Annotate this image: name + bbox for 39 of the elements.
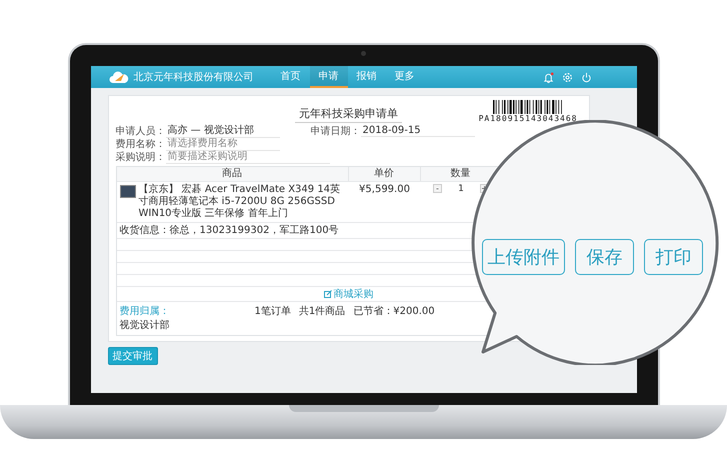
item-count: 共1件商品 [298,304,346,319]
barcode-drawing [493,100,564,114]
attribution-label: 费用归属： [120,304,170,318]
barcode-number: PA180915143043468 [478,114,578,123]
nav-tab[interactable]: 更多 [386,66,424,88]
input-field[interactable]: 简要描述采购说明 [166,149,330,164]
field-value[interactable]: 高亦 — 视觉设计部 [166,123,280,138]
cloud-logo-icon [108,70,128,84]
callout-button[interactable]: 上传附件 [482,239,565,275]
nav-tab[interactable]: 申请 [310,66,348,88]
column-header: 商品 [116,167,348,181]
bell-icon[interactable] [542,72,554,82]
nav-tab[interactable]: 首页 [272,66,310,88]
decrease-button[interactable]: - [433,184,442,193]
submit-button[interactable]: 提交审批 [108,347,158,365]
form-title: 元年科技采购申请单 [295,106,402,123]
callout-button[interactable]: 打印 [644,239,703,275]
camera-dot [361,51,366,56]
field-label: 采购说明： [116,150,166,164]
callout-button[interactable]: 保存 [575,239,634,275]
column-header: 单价 [348,167,420,181]
savings-amount: 已节省：¥200.00 [353,304,435,319]
field-label: 费用名称： [116,138,166,150]
settings-icon[interactable] [562,72,572,82]
field-label: 申请人员： [116,124,166,138]
product-thumbnail [120,185,136,198]
field-value[interactable]: 2018-09-15 [360,124,474,136]
field-label: 申请日期： [310,124,360,138]
input-field[interactable]: 请选择费用名称 [166,136,280,151]
mall-purchase-link[interactable]: 商城采购 [324,287,374,301]
nav-tab[interactable]: 报销 [348,66,386,88]
unit-price: ¥5,599.00 [359,184,410,195]
edit-icon [324,290,332,298]
shipping-info: 收货信息：徐总，13023199302，军工路100号 [120,225,339,236]
attribution-value: 视觉设计部 [120,318,170,332]
power-icon[interactable] [580,72,592,82]
product-name: 【京东】 宏碁 Acer TravelMate X349 14英寸商用轻薄笔记本 i5-7200U 8G 256GSSD WIN10专业版 三年保修 首年上门 [138,184,342,220]
order-count: 1笔订单 [254,304,291,319]
company-name: 北京元年科技股份有限公司 [134,70,254,84]
